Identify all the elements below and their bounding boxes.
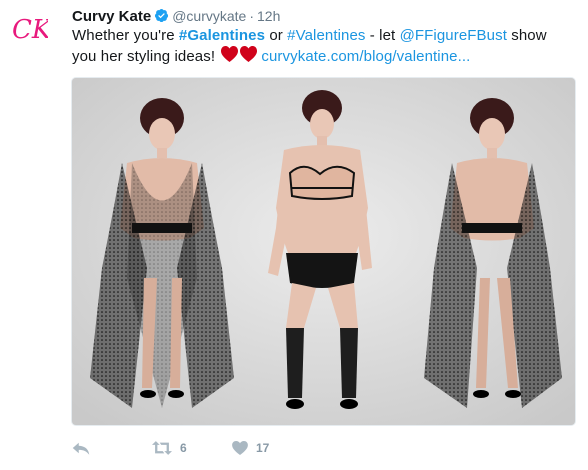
text-segment: - let: [365, 27, 400, 44]
retweet-button[interactable]: 6: [152, 438, 187, 458]
handle[interactable]: @curvykate: [172, 8, 246, 24]
text-segment: or: [265, 27, 288, 44]
tweet-text: Whether you're #Galentines or #Valentine…: [72, 25, 572, 69]
logo-text: CK: [12, 15, 48, 45]
display-name[interactable]: Curvy Kate: [72, 8, 151, 25]
tweet-card: CK Curvy Kate @curvykate · 12h Whether you'…: [0, 0, 588, 470]
retweet-icon: [152, 441, 172, 455]
like-count: 17: [256, 441, 270, 455]
hashtag-link[interactable]: #Galentines: [179, 27, 265, 44]
url-link[interactable]: curvykate.com/blog/valentine...: [261, 48, 470, 65]
avatar[interactable]: CK: [10, 10, 53, 48]
mention-link[interactable]: @FFigureFBust: [400, 27, 507, 44]
red-hearts-emoji-icon: [221, 46, 258, 69]
separator-dot: ·: [249, 8, 254, 24]
reply-icon: [72, 442, 90, 455]
curvy-kate-logo: CK: [12, 15, 53, 45]
tweet-header: Curvy Kate @curvykate · 12h: [72, 6, 280, 26]
retweet-count: 6: [180, 441, 187, 455]
like-button[interactable]: 17: [232, 438, 269, 458]
photo-collage: [72, 78, 575, 425]
reply-button[interactable]: [72, 438, 90, 458]
text-segment: Whether you're: [72, 27, 179, 44]
heart-icon: [232, 441, 248, 455]
tweet-media-image[interactable]: [71, 77, 576, 426]
timestamp[interactable]: 12h: [257, 8, 280, 24]
tweet-actions: 6 17: [72, 438, 472, 458]
hashtag-link[interactable]: #Valentines: [287, 27, 365, 44]
